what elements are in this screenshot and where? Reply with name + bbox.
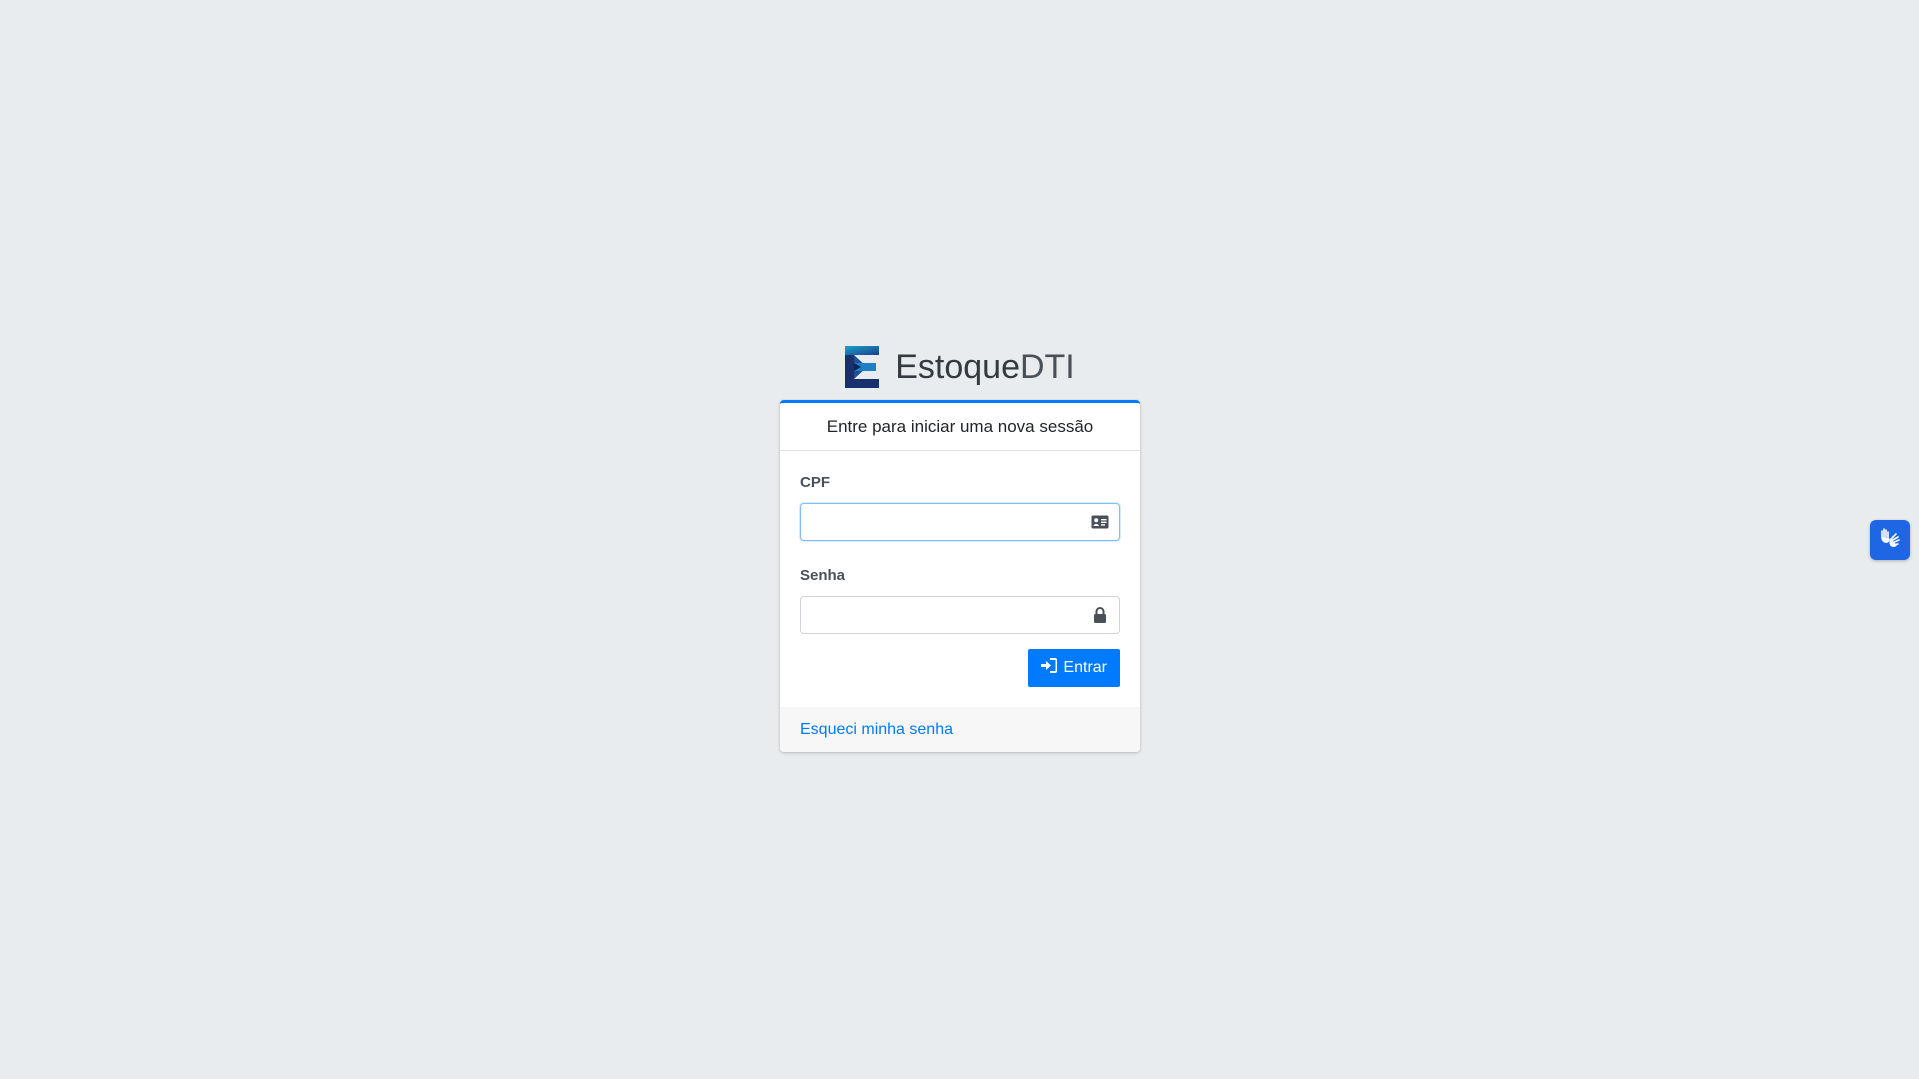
senha-input[interactable]	[800, 596, 1120, 634]
form-actions: Entrar	[800, 649, 1120, 687]
entrar-button-label: Entrar	[1063, 659, 1107, 676]
entrar-button[interactable]: Entrar	[1028, 649, 1120, 687]
brand: EstoqueDTI	[780, 334, 1140, 400]
cpf-input-group	[800, 503, 1120, 541]
id-card-icon	[1091, 513, 1109, 531]
login-card-footer: Esqueci minha senha	[780, 707, 1140, 752]
login-card-header: Entre para iniciar uma nova sessão	[780, 403, 1140, 451]
lock-icon	[1091, 606, 1109, 624]
brand-name-light: DTI	[1019, 347, 1075, 386]
sign-in-icon	[1041, 658, 1058, 678]
senha-input-group	[800, 596, 1120, 634]
estoque-e-logo	[845, 346, 880, 388]
brand-name: EstoqueDTI	[895, 348, 1075, 387]
forgot-password-link[interactable]: Esqueci minha senha	[800, 721, 953, 738]
login-form: CPF Senha Entrar	[780, 451, 1140, 707]
senha-label: Senha	[800, 567, 846, 584]
login-card: Entre para iniciar uma nova sessão CPF S…	[780, 400, 1140, 752]
sign-language-hands-icon	[1878, 526, 1902, 555]
login-box: EstoqueDTI Entre para iniciar uma nova s…	[780, 334, 1140, 752]
vlibras-accessibility-button[interactable]	[1870, 520, 1910, 560]
cpf-label: CPF	[800, 474, 830, 491]
brand-name-bold: Estoque	[895, 347, 1020, 386]
cpf-input[interactable]	[800, 503, 1120, 541]
